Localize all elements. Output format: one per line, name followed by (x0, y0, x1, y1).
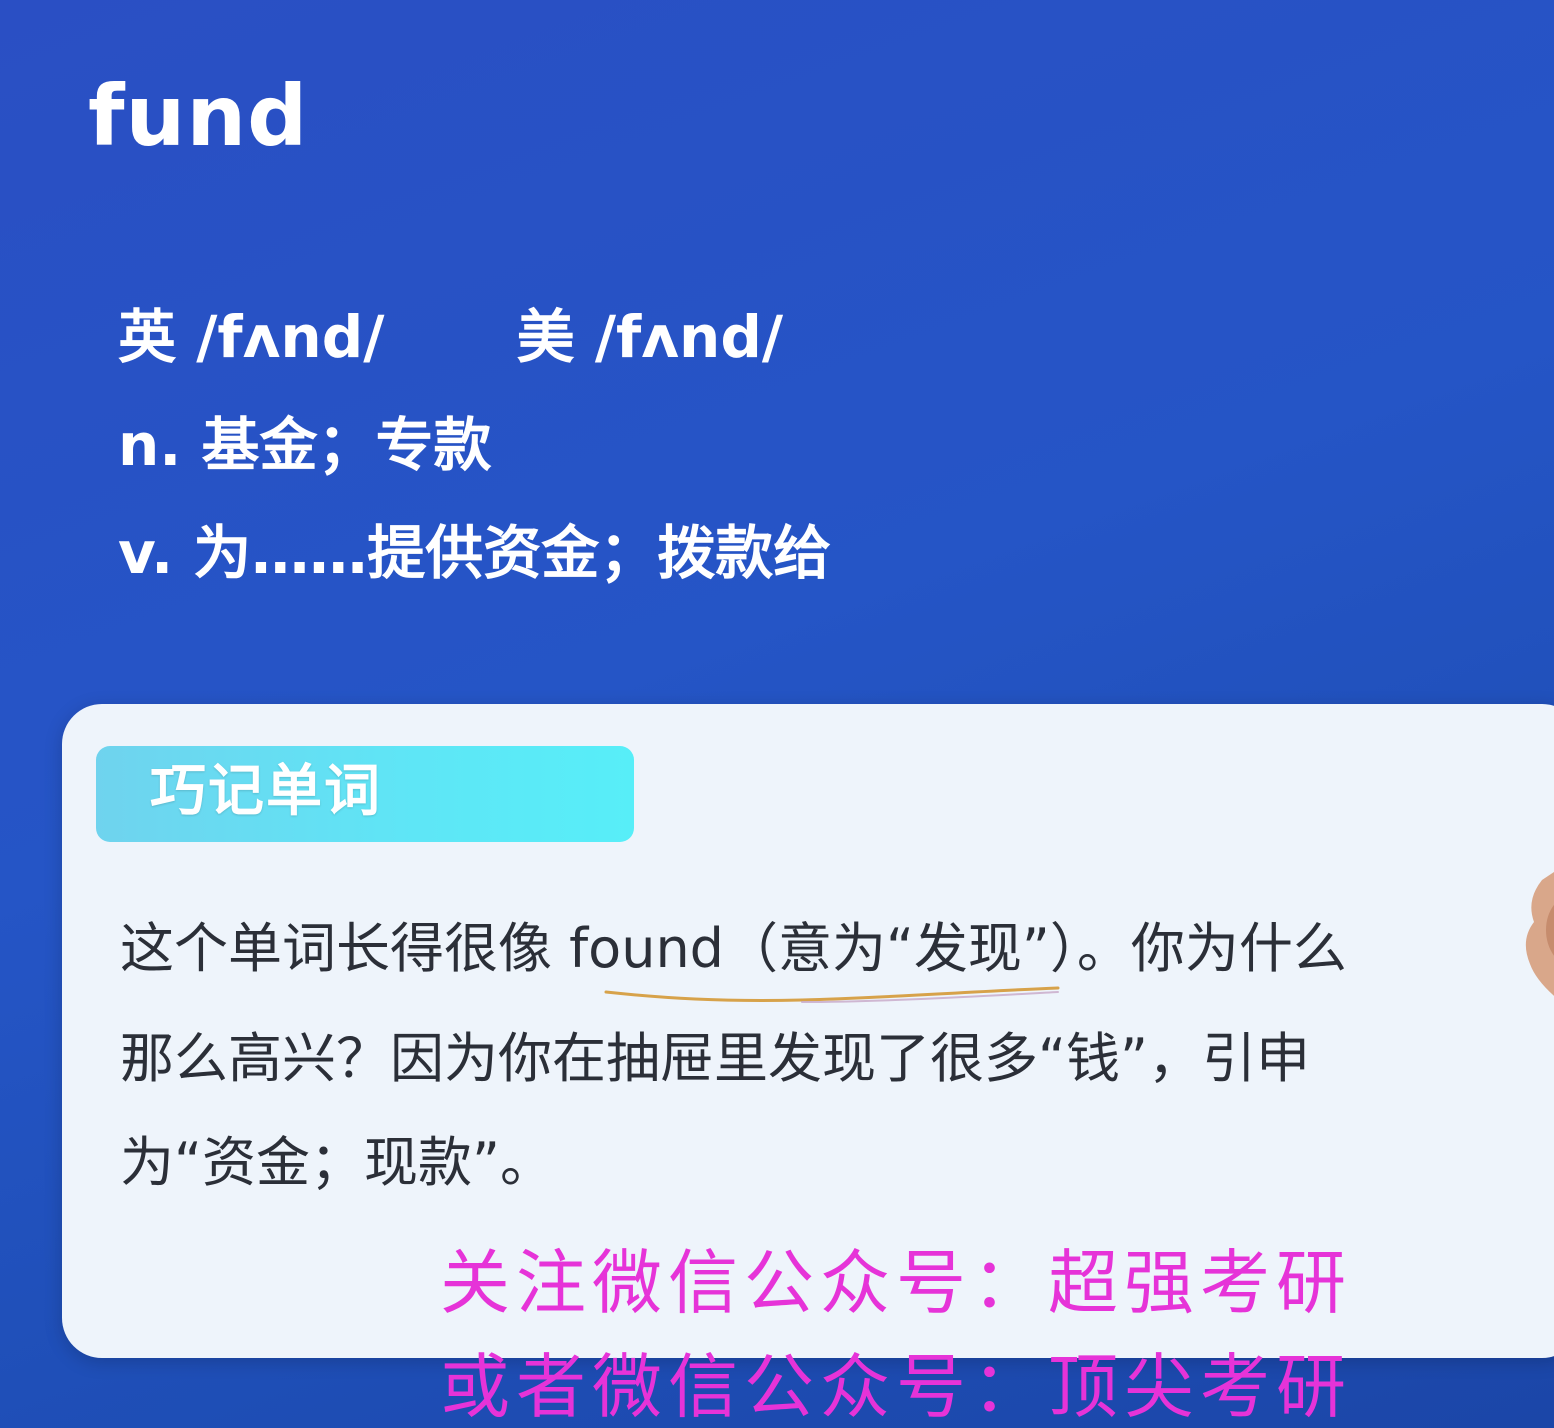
handwritten-underline (604, 986, 1060, 1003)
definition-noun: n. 基金；专款 (118, 411, 492, 479)
definition-verb: v. 为……提供资金；拨款给 (118, 519, 832, 587)
watermark-line-2: 或者微信公众号：顶尖考研 (440, 1346, 1352, 1428)
memory-tip-tag-label: 巧记单词 (150, 759, 382, 824)
tip-line-3: 为“资金；现款”。 (120, 1131, 554, 1194)
tip-line-2: 那么高兴？因为你在抽屉里发现了很多“钱”，引申 (120, 1027, 1310, 1090)
watermark-line-1: 关注微信公众号：超强考研 (440, 1242, 1352, 1324)
tip-line-1: 这个单词长得很像 found（意为“发现”）。你为什么 (120, 917, 1347, 980)
pronunciation-uk: 英 /fʌnd/ (118, 303, 385, 371)
presenter-hand (1525, 872, 1554, 996)
pronunciation-row: 英 /fʌnd/ 美 /fʌnd/ (118, 308, 783, 366)
pronunciation-us: 美 /fʌnd/ (516, 303, 784, 371)
memory-tip-tag: 巧记单词 (96, 746, 634, 842)
headword: fund (88, 67, 309, 165)
slide: fund 英 /fʌnd/ 美 /fʌnd/ n. 基金；专款 v. 为……提供… (0, 0, 1554, 1428)
